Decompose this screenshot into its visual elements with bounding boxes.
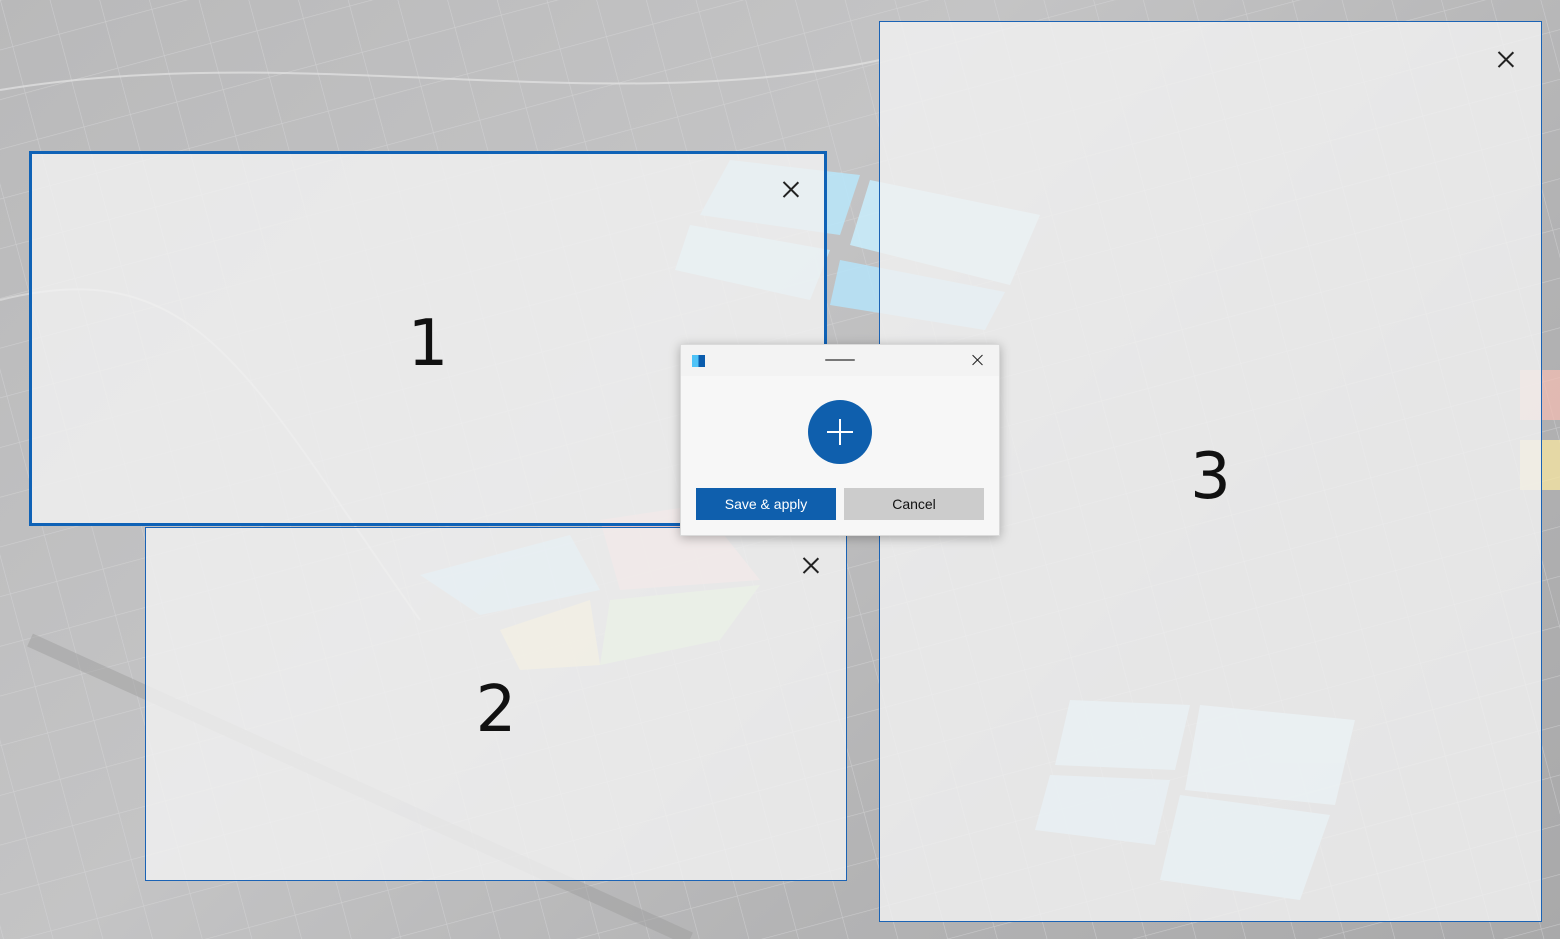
close-icon[interactable] [1495, 48, 1517, 70]
save-apply-button[interactable]: Save & apply [696, 488, 836, 520]
add-zone-button[interactable] [808, 400, 872, 464]
zone-number: 2 [475, 673, 517, 747]
desktop: 3 2 1 Save & apply Cancel [0, 0, 1560, 939]
zone-editor-dialog: Save & apply Cancel [680, 344, 1000, 536]
title-bar[interactable] [681, 345, 999, 376]
zone-2[interactable]: 2 [145, 527, 847, 881]
fancyzones-app-icon [692, 355, 705, 367]
cancel-button[interactable]: Cancel [844, 488, 984, 520]
drag-handle[interactable] [825, 359, 855, 361]
close-icon[interactable] [971, 353, 985, 367]
close-icon[interactable] [800, 554, 822, 576]
close-icon[interactable] [780, 178, 802, 200]
